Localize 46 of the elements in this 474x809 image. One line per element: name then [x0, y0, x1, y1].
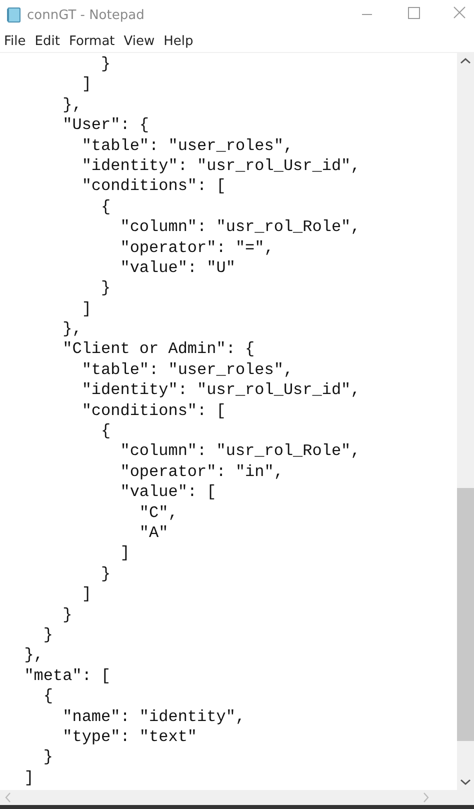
code-line: "meta": [ [23, 666, 111, 686]
code-line: { [100, 196, 111, 218]
code-line: "value": "U" [119, 258, 236, 278]
horizontal-scrollbar[interactable] [0, 790, 474, 805]
vertical-scrollbar[interactable] [457, 53, 474, 790]
code-line: }, [62, 94, 82, 116]
code-line: } [100, 278, 111, 299]
code-line: "A" [138, 522, 168, 544]
code-line: "operator": "=", [119, 238, 274, 258]
menu-item[interactable]: View [124, 34, 155, 48]
code-line: ] [119, 543, 130, 564]
code-line: { [100, 421, 111, 442]
window-title: connGT - Notepad [27, 8, 146, 22]
code-line: { [42, 686, 54, 706]
code-line: }, [62, 319, 82, 340]
code-line: "table": "user_roles", [80, 360, 294, 380]
code-line: "operator": "in", [119, 462, 284, 482]
scroll-thumb[interactable] [457, 488, 474, 741]
code-line: "conditions": [ [80, 400, 226, 422]
code-line: "identity": "usr_rol_Usr_id", [80, 380, 360, 401]
notepad-icon [6, 7, 22, 23]
code-line: "conditions": [ [80, 176, 226, 197]
code-line: "name": "identity", [62, 706, 246, 727]
code-line: ] [80, 584, 92, 605]
code-line: "column": "usr_rol_Role", [119, 441, 360, 462]
code-line: "C", [138, 502, 178, 523]
menu-item[interactable]: Edit [34, 34, 60, 48]
code-line: }, [23, 645, 44, 666]
menu-item[interactable]: Format [68, 34, 115, 48]
code-line: } [42, 747, 54, 768]
code-line: } [100, 564, 111, 584]
code-line: "type": "text" [62, 726, 198, 748]
code-line: } [62, 604, 72, 625]
code-line: "User": { [62, 115, 150, 136]
code-line: } [100, 54, 111, 74]
code-line: "identity": "usr_rol_Usr_id", [80, 156, 360, 176]
code-line: "table": "user_roles", [80, 136, 294, 156]
code-line: ] [80, 298, 92, 320]
code-line: ] [23, 768, 34, 788]
code-line: } [42, 624, 54, 646]
menu-item[interactable]: Help [164, 34, 194, 48]
code-line: "column": "usr_rol_Role", [119, 217, 360, 238]
code-line: ] [80, 74, 92, 95]
menu-item[interactable]: File [4, 34, 26, 48]
code-line: "value": [ [119, 482, 216, 503]
code-line: "Client or Admin": { [62, 339, 255, 360]
